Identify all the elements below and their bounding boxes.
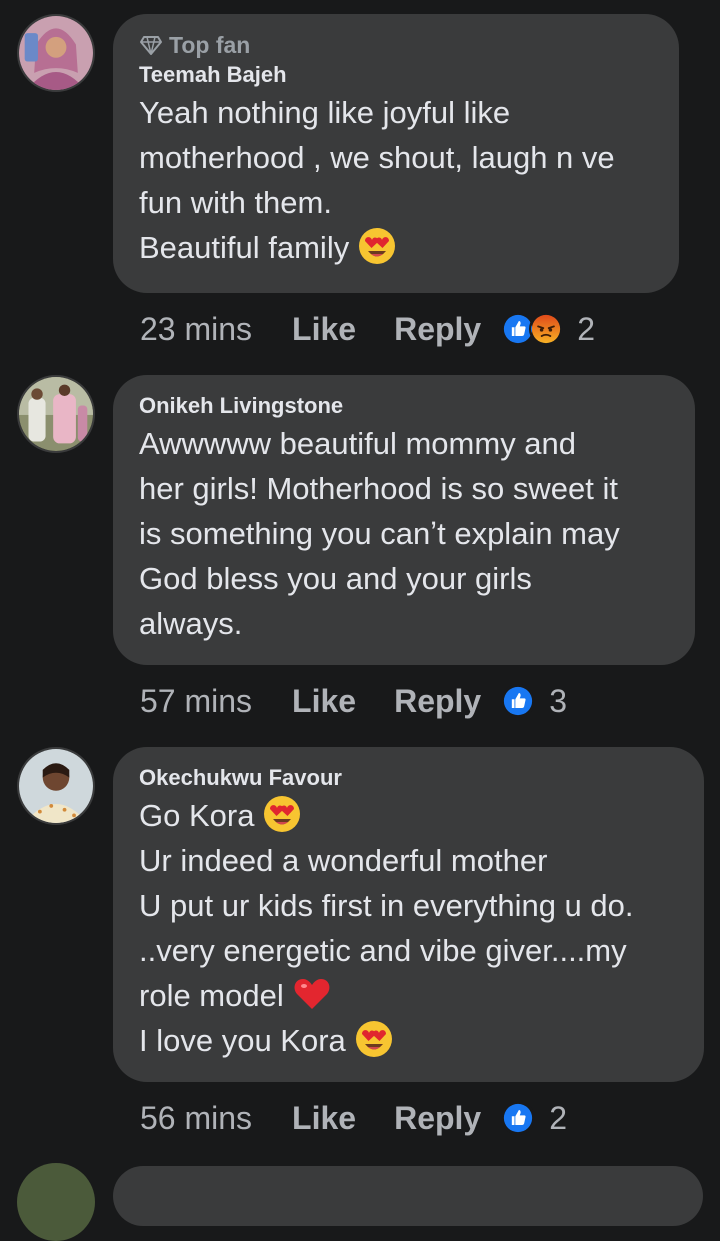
comment-line: I love you Kora bbox=[139, 1018, 678, 1063]
reaction-summary[interactable]: 2 bbox=[501, 311, 595, 348]
comment-line-text: role model bbox=[139, 978, 284, 1013]
comment-text: Go Kora Ur indeed a wonderful mother U put… bbox=[139, 793, 678, 1063]
reply-button[interactable]: Reply bbox=[394, 311, 481, 348]
comment-line: Awwwww beautiful mommy and bbox=[139, 426, 577, 461]
comment-line-text: I love you Kora bbox=[139, 1023, 346, 1058]
comment-line: ..very energetic and vibe giver....my bbox=[139, 933, 627, 968]
top-fan-badge: Top fan bbox=[139, 30, 653, 60]
reply-button[interactable]: Reply bbox=[394, 1100, 481, 1137]
comment-line: Yeah nothing like joyful like bbox=[139, 95, 511, 130]
like-button[interactable]: Like bbox=[292, 683, 356, 720]
comment-bubble[interactable]: Okechukwu Favour Go Kora Ur indeed a wond… bbox=[113, 747, 704, 1082]
comment-time[interactable]: 23 mins bbox=[140, 311, 252, 348]
reply-button[interactable]: Reply bbox=[394, 683, 481, 720]
comment-actions: 57 mins Like Reply 3 bbox=[140, 679, 567, 723]
comment-time[interactable]: 56 mins bbox=[140, 1100, 252, 1137]
comment-line: her girls! Motherhood is so sweet it bbox=[139, 471, 618, 506]
like-button[interactable]: Like bbox=[292, 1100, 356, 1137]
comment-bubble[interactable] bbox=[113, 1166, 703, 1226]
author-name[interactable]: Onikeh Livingstone bbox=[139, 391, 669, 421]
comment-line: U put ur kids first in everything u do. bbox=[139, 888, 634, 923]
like-icon bbox=[501, 684, 536, 718]
comment-bubble[interactable]: Top fan Teemah Bajeh Yeah nothing like j… bbox=[113, 14, 679, 293]
comment-line: motherhood , we shout, laugh n ve bbox=[139, 140, 615, 175]
badge-label: Top fan bbox=[169, 32, 251, 58]
author-name[interactable]: Okechukwu Favour bbox=[139, 763, 678, 793]
comment-line: fun with them. bbox=[139, 185, 332, 220]
avatar[interactable] bbox=[17, 747, 95, 825]
comment-actions: 23 mins Like Reply 2 bbox=[140, 307, 595, 351]
reaction-summary[interactable]: 2 bbox=[501, 1100, 567, 1137]
comment-line: Beautiful family bbox=[139, 225, 653, 270]
red-heart-emoji-icon bbox=[292, 974, 332, 1014]
comment-actions: 56 mins Like Reply 2 bbox=[140, 1096, 567, 1140]
reaction-count: 3 bbox=[549, 682, 568, 719]
heart-eyes-emoji-icon bbox=[354, 1019, 394, 1059]
comment-bubble[interactable]: Onikeh Livingstone Awwwww beautiful momm… bbox=[113, 375, 695, 665]
comment-line: Go Kora bbox=[139, 793, 678, 838]
avatar[interactable] bbox=[17, 14, 95, 92]
comment-line: is something you canʼt explain may bbox=[139, 516, 620, 551]
diamond-icon bbox=[140, 36, 162, 55]
avatar[interactable] bbox=[17, 375, 95, 453]
comment-line-text: Go Kora bbox=[139, 798, 255, 833]
comment-text: Yeah nothing like joyful like motherhood … bbox=[139, 90, 653, 270]
comment-line-text: Beautiful family bbox=[139, 230, 350, 265]
angry-icon bbox=[529, 312, 564, 346]
comment-line: God bless you and your girls bbox=[139, 561, 532, 596]
reaction-count: 2 bbox=[577, 310, 596, 347]
like-button[interactable]: Like bbox=[292, 311, 356, 348]
comment-time[interactable]: 57 mins bbox=[140, 683, 252, 720]
author-name[interactable]: Teemah Bajeh bbox=[139, 60, 653, 90]
reaction-summary[interactable]: 3 bbox=[501, 683, 567, 720]
comment-line: Ur indeed a wonderful mother bbox=[139, 843, 548, 878]
comment-text: Awwwww beautiful mommy and her girls! Mot… bbox=[139, 421, 669, 646]
like-icon bbox=[501, 1101, 536, 1135]
heart-eyes-emoji-icon bbox=[357, 226, 397, 266]
heart-eyes-emoji-icon bbox=[262, 794, 302, 834]
comment-line: always. bbox=[139, 606, 243, 641]
reaction-count: 2 bbox=[549, 1099, 568, 1136]
avatar[interactable] bbox=[17, 1163, 95, 1241]
comment-line: role model bbox=[139, 973, 678, 1018]
